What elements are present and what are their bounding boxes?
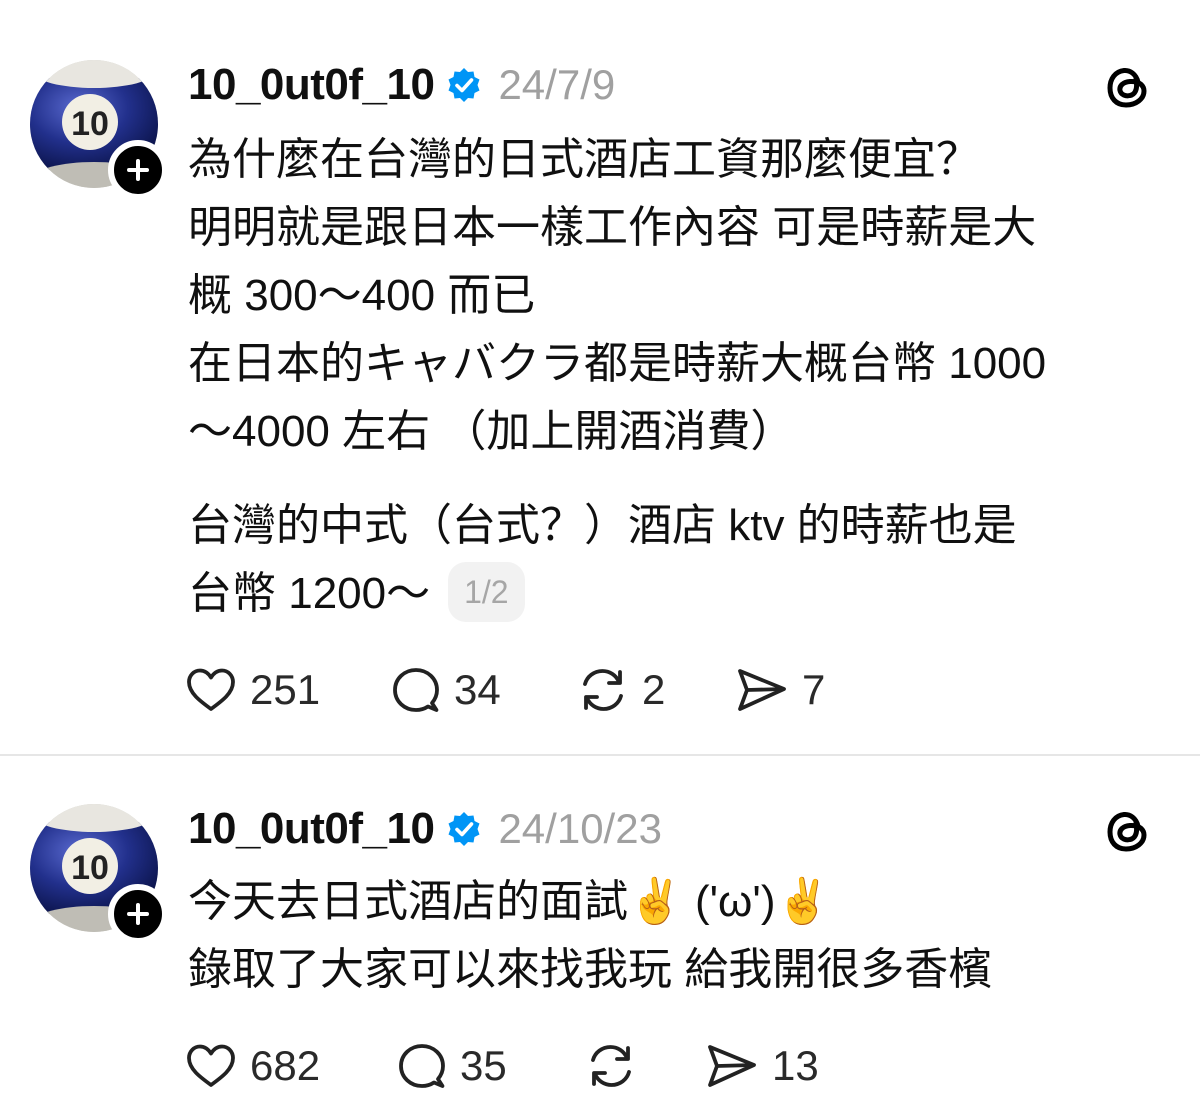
repost-button[interactable] [586, 1040, 636, 1092]
plus-icon [127, 159, 149, 181]
post-header: 10_0ut0f_10 24/7/9 [188, 57, 615, 113]
repost-icon [591, 1045, 631, 1087]
post-body: 今天去日式酒店的面試✌️ ('ω')✌️ 錄取了大家可以來找我玩 給我開很多香檳 [188, 868, 1178, 1004]
reply-button[interactable]: 35 [398, 1040, 507, 1092]
plus-icon [127, 903, 149, 925]
like-button[interactable]: 251 [186, 664, 320, 716]
heart-icon [187, 668, 235, 711]
share-button[interactable]: 7 [736, 664, 825, 716]
repost-icon [583, 669, 623, 711]
reply-count: 35 [460, 1042, 507, 1089]
repost-button[interactable]: 2 [578, 664, 665, 716]
avatar-number: 10 [71, 849, 109, 887]
heart-icon [187, 1044, 235, 1087]
post-text-segment: 台幣 1200～ [188, 569, 431, 618]
post-text-line: ～4000 左右 （加上開酒消費） [188, 407, 795, 456]
like-button[interactable]: 682 [186, 1040, 320, 1092]
follow-button[interactable] [108, 884, 168, 944]
post-text-line: 台灣的中式（台式？）酒店 ktv 的時薪也是 [188, 501, 1017, 550]
threads-logo-icon[interactable] [1104, 62, 1154, 112]
post-text-line: 為什麼在台灣的日式酒店工資那麼便宜？ [188, 135, 980, 184]
page-indicator: 1/2 [448, 562, 525, 623]
reply-button[interactable]: 34 [392, 664, 501, 716]
thread-post-1[interactable]: 10 10_0ut0f_10 24/7/9 為什麼在台灣的日式酒店工資那麼便宜？… [0, 0, 1200, 754]
post-date: 24/7/9 [498, 61, 616, 108]
comment-icon [399, 1044, 445, 1088]
repost-count: 2 [642, 666, 666, 713]
post-text-line: 錄取了大家可以來找我玩 給我開很多香檳 [188, 945, 993, 994]
username[interactable]: 10_0ut0f_10 [188, 60, 435, 110]
post-text-line: 台幣 1200～ 1/2 [188, 560, 1178, 628]
share-count: 7 [802, 666, 826, 713]
post-text-spacer [188, 466, 1178, 492]
share-button[interactable]: 13 [706, 1040, 819, 1092]
like-count: 251 [250, 666, 321, 713]
send-icon [708, 1045, 756, 1087]
reply-count: 34 [454, 666, 501, 713]
verified-badge-icon [446, 811, 482, 847]
username[interactable]: 10_0ut0f_10 [188, 804, 435, 854]
post-text-line: 在日本的キャバクラ都是時薪大概台幣 1000 [188, 339, 1047, 388]
share-count: 13 [772, 1042, 819, 1089]
post-text-line: 概 300～400 而已 [188, 271, 536, 320]
comment-icon [393, 668, 439, 712]
avatar-number: 10 [71, 105, 109, 143]
post-text-line: 明明就是跟日本一樣工作內容 可是時薪是大 [188, 203, 1037, 252]
threads-logo-icon[interactable] [1104, 806, 1154, 856]
post-body: 為什麼在台灣的日式酒店工資那麼便宜？ 明明就是跟日本一樣工作內容 可是時薪是大 … [188, 126, 1178, 628]
follow-button[interactable] [108, 140, 168, 200]
like-count: 682 [250, 1042, 321, 1089]
verified-badge-icon [446, 67, 482, 103]
post-date: 24/10/23 [498, 805, 662, 852]
thread-post-2[interactable]: 10 10_0ut0f_10 24/10/23 今天去日式酒店的面試✌️ ('ω… [0, 756, 1200, 1113]
send-icon [738, 669, 786, 711]
post-text-line: 今天去日式酒店的面試✌️ ('ω')✌️ [188, 877, 831, 926]
post-header: 10_0ut0f_10 24/10/23 [188, 801, 662, 857]
